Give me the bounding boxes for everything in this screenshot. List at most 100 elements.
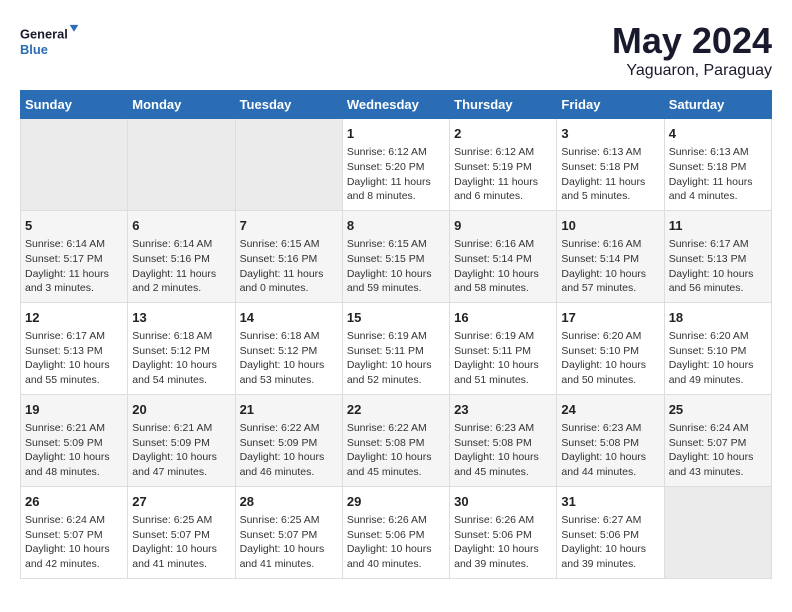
day-number: 2	[454, 125, 552, 143]
day-info: Sunrise: 6:22 AM Sunset: 5:08 PM Dayligh…	[347, 421, 445, 480]
day-info: Sunrise: 6:15 AM Sunset: 5:16 PM Dayligh…	[240, 237, 338, 296]
calendar-day-cell: 11 Sunrise: 6:17 AM Sunset: 5:13 PM Dayli…	[664, 210, 771, 302]
calendar-day-cell: 27 Sunrise: 6:25 AM Sunset: 5:07 PM Dayli…	[128, 486, 235, 578]
calendar-week-row: 26 Sunrise: 6:24 AM Sunset: 5:07 PM Dayli…	[21, 486, 772, 578]
day-number: 8	[347, 217, 445, 235]
calendar-day-cell: 4 Sunrise: 6:13 AM Sunset: 5:18 PM Daylig…	[664, 119, 771, 211]
day-number: 14	[240, 309, 338, 327]
day-info: Sunrise: 6:15 AM Sunset: 5:15 PM Dayligh…	[347, 237, 445, 296]
calendar-day-cell: 5 Sunrise: 6:14 AM Sunset: 5:17 PM Daylig…	[21, 210, 128, 302]
calendar-day-cell: 26 Sunrise: 6:24 AM Sunset: 5:07 PM Dayli…	[21, 486, 128, 578]
calendar-day-cell: 13Sunrise: 6:18 AM Sunset: 5:12 PM Dayli…	[128, 302, 235, 394]
day-number: 7	[240, 217, 338, 235]
calendar-day-cell: 18 Sunrise: 6:20 AM Sunset: 5:10 PM Dayli…	[664, 302, 771, 394]
day-number: 16	[454, 309, 552, 327]
day-info: Sunrise: 6:24 AM Sunset: 5:07 PM Dayligh…	[669, 421, 767, 480]
day-info: Sunrise: 6:20 AM Sunset: 5:10 PM Dayligh…	[669, 329, 767, 388]
weekday-header-sunday: Sunday	[21, 91, 128, 119]
day-number: 6	[132, 217, 230, 235]
calendar-day-cell: 17 Sunrise: 6:20 AM Sunset: 5:10 PM Dayli…	[557, 302, 664, 394]
day-number: 17	[561, 309, 659, 327]
day-number: 30	[454, 493, 552, 511]
day-info: Sunrise: 6:25 AM Sunset: 5:07 PM Dayligh…	[240, 513, 338, 572]
weekday-header-monday: Monday	[128, 91, 235, 119]
logo-svg: General Blue	[20, 20, 80, 65]
day-number: 15	[347, 309, 445, 327]
calendar-day-cell: 16 Sunrise: 6:19 AM Sunset: 5:11 PM Dayli…	[450, 302, 557, 394]
day-number: 10	[561, 217, 659, 235]
calendar-day-cell: 22 Sunrise: 6:22 AM Sunset: 5:08 PM Dayli…	[342, 394, 449, 486]
day-info: Sunrise: 6:23 AM Sunset: 5:08 PM Dayligh…	[561, 421, 659, 480]
day-info: Sunrise: 6:18 AM Sunset: 5:12 PM Dayligh…	[240, 329, 338, 388]
day-number: 22	[347, 401, 445, 419]
day-info: Sunrise: 6:26 AM Sunset: 5:06 PM Dayligh…	[347, 513, 445, 572]
day-number: 21	[240, 401, 338, 419]
calendar-header-row: SundayMondayTuesdayWednesdayThursdayFrid…	[21, 91, 772, 119]
calendar-day-cell: 14 Sunrise: 6:18 AM Sunset: 5:12 PM Dayli…	[235, 302, 342, 394]
day-number: 1	[347, 125, 445, 143]
day-info: Sunrise: 6:13 AM Sunset: 5:18 PM Dayligh…	[561, 145, 659, 204]
day-number: 26	[25, 493, 123, 511]
day-info: Sunrise: 6:24 AM Sunset: 5:07 PM Dayligh…	[25, 513, 123, 572]
calendar-day-cell: 8 Sunrise: 6:15 AM Sunset: 5:15 PM Daylig…	[342, 210, 449, 302]
day-info: Sunrise: 6:17 AM Sunset: 5:13 PM Dayligh…	[669, 237, 767, 296]
day-number: 23	[454, 401, 552, 419]
calendar-day-cell: 21Sunrise: 6:22 AM Sunset: 5:09 PM Dayli…	[235, 394, 342, 486]
day-info: Sunrise: 6:14 AM Sunset: 5:16 PM Dayligh…	[132, 237, 230, 296]
weekday-header-tuesday: Tuesday	[235, 91, 342, 119]
weekday-header-thursday: Thursday	[450, 91, 557, 119]
calendar-week-row: 19 Sunrise: 6:21 AM Sunset: 5:09 PM Dayli…	[21, 394, 772, 486]
calendar-week-row: 1Sunrise: 6:12 AM Sunset: 5:20 PM Daylig…	[21, 119, 772, 211]
calendar-day-cell: 29 Sunrise: 6:26 AM Sunset: 5:06 PM Dayli…	[342, 486, 449, 578]
svg-text:General: General	[20, 27, 68, 42]
calendar-table: SundayMondayTuesdayWednesdayThursdayFrid…	[20, 90, 772, 579]
calendar-day-cell: 1Sunrise: 6:12 AM Sunset: 5:20 PM Daylig…	[342, 119, 449, 211]
calendar-day-cell: 19 Sunrise: 6:21 AM Sunset: 5:09 PM Dayli…	[21, 394, 128, 486]
day-number: 3	[561, 125, 659, 143]
day-number: 31	[561, 493, 659, 511]
calendar-day-cell: 23Sunrise: 6:23 AM Sunset: 5:08 PM Dayli…	[450, 394, 557, 486]
day-info: Sunrise: 6:13 AM Sunset: 5:18 PM Dayligh…	[669, 145, 767, 204]
calendar-day-cell: 7 Sunrise: 6:15 AM Sunset: 5:16 PM Daylig…	[235, 210, 342, 302]
logo: General Blue	[20, 20, 80, 65]
day-info: Sunrise: 6:19 AM Sunset: 5:11 PM Dayligh…	[347, 329, 445, 388]
empty-day-cell	[664, 486, 771, 578]
day-info: Sunrise: 6:19 AM Sunset: 5:11 PM Dayligh…	[454, 329, 552, 388]
day-number: 27	[132, 493, 230, 511]
empty-day-cell	[128, 119, 235, 211]
day-info: Sunrise: 6:16 AM Sunset: 5:14 PM Dayligh…	[561, 237, 659, 296]
day-number: 20	[132, 401, 230, 419]
day-number: 24	[561, 401, 659, 419]
calendar-day-cell: 15 Sunrise: 6:19 AM Sunset: 5:11 PM Dayli…	[342, 302, 449, 394]
calendar-week-row: 12 Sunrise: 6:17 AM Sunset: 5:13 PM Dayli…	[21, 302, 772, 394]
day-number: 29	[347, 493, 445, 511]
weekday-header-saturday: Saturday	[664, 91, 771, 119]
calendar-day-cell: 6 Sunrise: 6:14 AM Sunset: 5:16 PM Daylig…	[128, 210, 235, 302]
empty-day-cell	[235, 119, 342, 211]
day-info: Sunrise: 6:14 AM Sunset: 5:17 PM Dayligh…	[25, 237, 123, 296]
day-info: Sunrise: 6:12 AM Sunset: 5:19 PM Dayligh…	[454, 145, 552, 204]
calendar-day-cell: 31Sunrise: 6:27 AM Sunset: 5:06 PM Dayli…	[557, 486, 664, 578]
calendar-day-cell: 20Sunrise: 6:21 AM Sunset: 5:09 PM Dayli…	[128, 394, 235, 486]
day-number: 18	[669, 309, 767, 327]
day-info: Sunrise: 6:25 AM Sunset: 5:07 PM Dayligh…	[132, 513, 230, 572]
location-subtitle: Yaguaron, Paraguay	[612, 62, 772, 80]
calendar-day-cell: 10 Sunrise: 6:16 AM Sunset: 5:14 PM Dayli…	[557, 210, 664, 302]
day-info: Sunrise: 6:18 AM Sunset: 5:12 PM Dayligh…	[132, 329, 230, 388]
page-header: General Blue May 2024 Yaguaron, Paraguay	[20, 20, 772, 80]
day-number: 12	[25, 309, 123, 327]
title-block: May 2024 Yaguaron, Paraguay	[612, 20, 772, 80]
day-number: 19	[25, 401, 123, 419]
empty-day-cell	[21, 119, 128, 211]
day-info: Sunrise: 6:17 AM Sunset: 5:13 PM Dayligh…	[25, 329, 123, 388]
day-number: 11	[669, 217, 767, 235]
calendar-day-cell: 2 Sunrise: 6:12 AM Sunset: 5:19 PM Daylig…	[450, 119, 557, 211]
svg-text:Blue: Blue	[20, 42, 48, 57]
day-number: 5	[25, 217, 123, 235]
day-info: Sunrise: 6:26 AM Sunset: 5:06 PM Dayligh…	[454, 513, 552, 572]
day-info: Sunrise: 6:21 AM Sunset: 5:09 PM Dayligh…	[25, 421, 123, 480]
day-number: 4	[669, 125, 767, 143]
calendar-day-cell: 24 Sunrise: 6:23 AM Sunset: 5:08 PM Dayli…	[557, 394, 664, 486]
day-number: 25	[669, 401, 767, 419]
day-info: Sunrise: 6:20 AM Sunset: 5:10 PM Dayligh…	[561, 329, 659, 388]
